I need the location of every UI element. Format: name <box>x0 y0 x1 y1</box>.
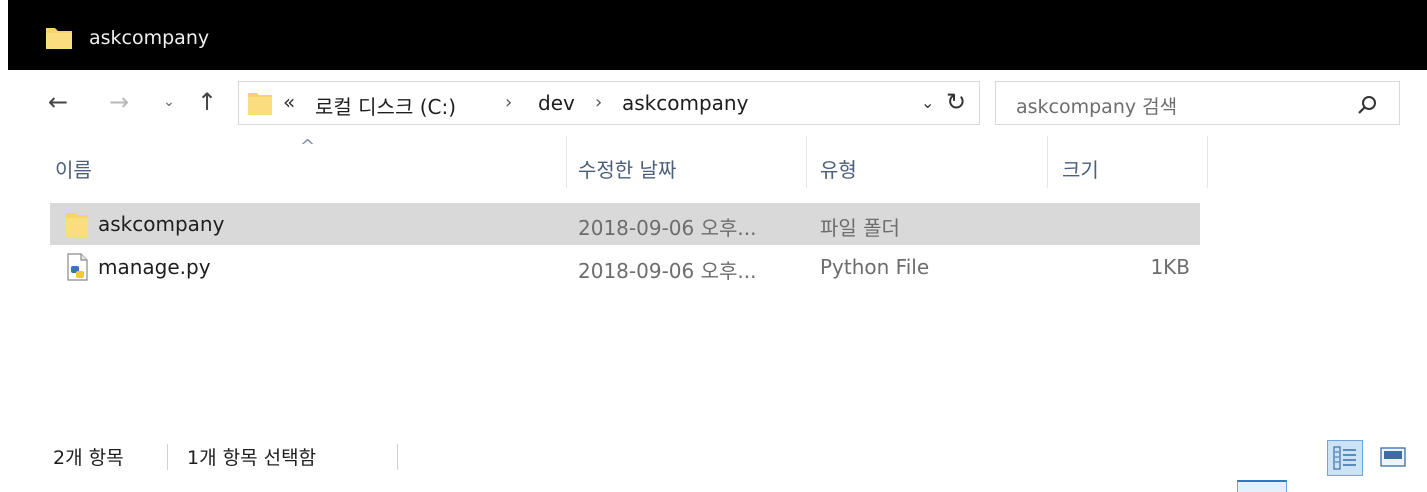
column-divider[interactable] <box>566 136 567 188</box>
large-icons-view-icon <box>1380 447 1406 467</box>
selection-count: 1개 항목 선택함 <box>187 447 317 469</box>
breadcrumb-dev[interactable]: dev <box>538 91 575 115</box>
column-size[interactable]: 크기 <box>1062 154 1099 183</box>
search-box[interactable]: askcompany 검색 <box>995 81 1400 125</box>
column-header: ^ 이름 수정한 날짜 유형 크기 <box>0 136 1427 194</box>
status-bar: 2개 항목 1개 항목 선택함 <box>0 430 1427 492</box>
file-type: Python File <box>820 255 930 279</box>
folder-icon <box>46 28 72 49</box>
item-count: 2개 항목 <box>53 447 124 469</box>
window-title: askcompany <box>89 27 210 49</box>
file-name: askcompany <box>98 212 225 236</box>
column-date-modified[interactable]: 수정한 날짜 <box>578 154 676 183</box>
breadcrumb-separator[interactable]: › <box>505 92 512 113</box>
forward-button[interactable]: → <box>103 87 135 117</box>
address-bar[interactable]: « 로컬 디스크 (C:) › dev › askcompany ⌄ ↻ <box>238 81 980 125</box>
details-view-button[interactable] <box>1327 440 1363 476</box>
folder-icon <box>66 213 88 237</box>
recent-locations-button[interactable]: ⌄ <box>158 87 180 117</box>
taskbar-edge <box>1237 480 1287 492</box>
file-type: 파일 폴더 <box>820 216 900 240</box>
file-row-manage-py[interactable]: manage.py 2018-09-06 오후... Python File 1… <box>50 246 1200 288</box>
status-divider <box>167 444 168 470</box>
sort-ascending-icon: ^ <box>300 136 316 157</box>
hidden-crumbs-button[interactable]: « <box>283 90 295 114</box>
file-date: 2018-09-06 오후... <box>578 259 757 283</box>
column-name[interactable]: 이름 <box>55 154 92 183</box>
file-date: 2018-09-06 오후... <box>578 216 757 240</box>
search-icon[interactable] <box>1356 93 1380 117</box>
breadcrumb-local-disk[interactable]: 로컬 디스크 (C:) <box>315 91 456 120</box>
column-divider[interactable] <box>806 136 807 188</box>
back-button[interactable]: ← <box>40 87 76 117</box>
status-divider <box>397 444 398 470</box>
column-divider[interactable] <box>1207 136 1208 188</box>
search-input[interactable]: askcompany 검색 <box>1016 92 1177 119</box>
file-name: manage.py <box>98 255 211 279</box>
file-row-askcompany[interactable]: askcompany 2018-09-06 오후... 파일 폴더 <box>50 203 1200 245</box>
column-type[interactable]: 유형 <box>820 154 857 183</box>
file-size: 1KB <box>1150 255 1190 279</box>
breadcrumb-askcompany[interactable]: askcompany <box>622 91 748 115</box>
column-divider[interactable] <box>1047 136 1048 188</box>
up-button[interactable]: ↑ <box>192 87 222 117</box>
large-icons-view-button[interactable] <box>1378 444 1408 470</box>
folder-icon <box>248 93 272 115</box>
python-file-icon <box>67 253 88 281</box>
breadcrumb-separator[interactable]: › <box>595 92 602 113</box>
address-dropdown-button[interactable]: ⌄ <box>921 93 934 112</box>
title-bar: askcompany <box>8 0 1427 70</box>
refresh-icon[interactable]: ↻ <box>946 88 966 116</box>
details-view-icon <box>1333 446 1356 470</box>
